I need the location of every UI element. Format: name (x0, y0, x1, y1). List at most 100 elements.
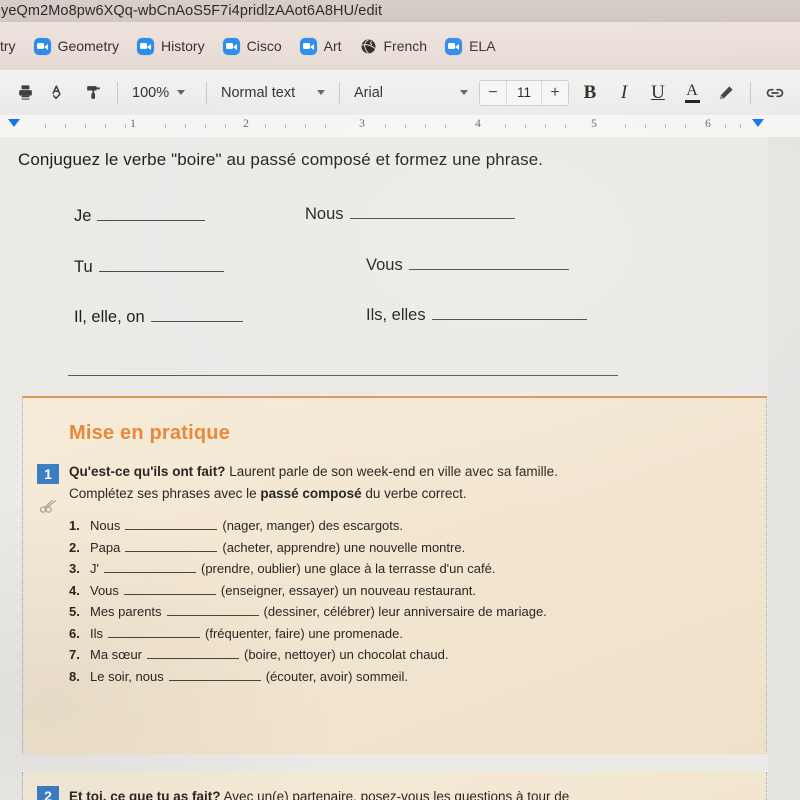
font-family-dropdown[interactable]: Arial (347, 78, 475, 108)
answer-blank[interactable] (108, 636, 200, 638)
browser-url-bar[interactable]: yeQm2Mo8pw6XQq-wbCnAoS5F7i4pridlzAAot6A8… (0, 0, 800, 22)
bookmark-geometry[interactable]: Geometry (25, 34, 128, 59)
ruler-number: 6 (705, 118, 711, 130)
item-number: 1. (69, 518, 80, 533)
highlight-pen-icon (720, 85, 733, 99)
chevron-down-icon (177, 90, 186, 95)
item-number: 6. (69, 625, 80, 641)
answer-blank[interactable] (103, 572, 196, 573)
bookmark-label: French (383, 38, 428, 54)
scissors-icon (39, 499, 56, 513)
answer-blank[interactable] (125, 529, 218, 530)
list-item[interactable]: 8. Le soir, nous (écouter, avoir) sommei… (69, 669, 547, 684)
zoom-level-dropdown[interactable]: 100% (125, 78, 199, 108)
bookmark-french[interactable]: French (351, 34, 437, 59)
worksheet-intro2-bold: passé composé (260, 486, 362, 501)
decrease-font-size-button[interactable]: − (480, 81, 506, 105)
insert-link-button[interactable] (761, 78, 789, 108)
item-rest: (prendre, oublier) une glace à la terras… (200, 561, 496, 576)
page-right-gutter (768, 137, 800, 800)
item-subject: Le soir, nous (90, 668, 164, 684)
answer-blank[interactable] (349, 218, 515, 219)
answer-blank[interactable] (408, 269, 569, 270)
chevron-down-icon (317, 90, 325, 95)
exercise-number-badge: 1 (37, 464, 59, 484)
answer-blank[interactable] (166, 615, 259, 616)
worksheet2-bold: Et toi, ce que tu as fait? (69, 789, 221, 800)
spellcheck-button[interactable] (45, 78, 73, 108)
chevron-down-icon (460, 90, 468, 95)
list-item[interactable]: 7. Ma sœur (boire, nettoyer) un chocolat… (69, 647, 547, 662)
bookmark-try[interactable]: try (0, 34, 25, 58)
paint-format-button[interactable] (79, 78, 107, 108)
zoom-icon (299, 37, 317, 55)
bookmark-art[interactable]: Art (291, 34, 351, 59)
conjugation-row-vous: Vous (366, 256, 569, 275)
answer-blank[interactable] (98, 271, 224, 272)
answer-blank[interactable] (150, 321, 243, 322)
font-size-value[interactable]: 11 (506, 80, 542, 105)
font-size-stepper[interactable]: − 11 + (479, 79, 569, 106)
bookmark-cisco[interactable]: Cisco (214, 34, 291, 59)
item-rest: (acheter, apprendre) une nouvelle montre… (222, 539, 466, 555)
worksheet2-intro: Et toi, ce que tu as fait? Avec un(e) pa… (69, 789, 569, 800)
screenshot-root: yeQm2Mo8pw6XQq-wbCnAoS5F7i4pridlzAAot6A8… (0, 0, 800, 800)
url-text[interactable]: yeQm2Mo8pw6XQq-wbCnAoS5F7i4pridlzAAot6A8… (1, 3, 382, 19)
list-item[interactable]: 6. Ils (fréquenter, faire) une promenade… (69, 626, 547, 641)
worksheet-image[interactable]: Mise en pratique 1 Qu'est-ce qu'ils ont … (22, 396, 767, 754)
paragraph-style-dropdown[interactable]: Normal text (214, 78, 332, 108)
conjugation-row-ils: Ils, elles (366, 306, 587, 325)
docs-toolbar: 100% Normal text Arial − 11 + B I U A (0, 70, 800, 115)
sentence-answer-line[interactable] (68, 375, 618, 376)
answer-blank[interactable] (168, 679, 261, 681)
item-subject: Nous (90, 518, 121, 533)
answer-blank[interactable] (123, 593, 216, 595)
answer-blank[interactable] (125, 550, 218, 552)
item-rest: (écouter, avoir) sommeil. (265, 668, 409, 684)
bookmark-label: History (161, 38, 205, 54)
item-subject: Mes parents (90, 604, 162, 619)
list-item[interactable]: 3. J' (prendre, oublier) une glace à la … (69, 561, 547, 576)
ruler-number: 3 (359, 118, 365, 130)
ruler-number: 1 (130, 118, 136, 130)
left-indent-marker[interactable] (8, 119, 20, 127)
bookmark-ela[interactable]: ELA (436, 34, 504, 59)
list-item[interactable]: 2. Papa (acheter, apprendre) une nouvell… (69, 540, 547, 555)
ruler-number: 2 (243, 118, 249, 130)
worksheet-image-2[interactable]: 2 Et toi, ce que tu as fait? Avec un(e) … (22, 772, 767, 800)
text-color-swatch (684, 99, 700, 103)
bookmark-label: Geometry (57, 38, 120, 54)
worksheet-title: Mise en pratique (69, 422, 231, 444)
underline-button[interactable]: U (644, 78, 672, 108)
worksheet-intro-rest: Laurent parle de son week-end en ville a… (229, 464, 558, 479)
document-ruler[interactable]: 1 2 3 4 5 6 (0, 115, 800, 137)
bookmarks-bar: try Geometry History Cisco Art French EL… (0, 22, 800, 70)
worksheet-intro2-suffix: du verbe correct. (361, 486, 467, 501)
bookmark-label: Art (323, 38, 342, 54)
answer-blank[interactable] (431, 319, 587, 320)
worksheet-item-list: 1. Nous (nager, manger) des escargots. 2… (69, 518, 547, 684)
answer-blank[interactable] (97, 220, 206, 221)
text-color-label: A (686, 81, 698, 99)
item-rest: (dessiner, célébrer) leur anniversaire d… (263, 604, 547, 619)
zoom-icon (222, 37, 240, 55)
right-indent-marker[interactable] (752, 119, 764, 127)
print-button[interactable] (11, 78, 39, 108)
item-subject: Ma sœur (90, 647, 142, 662)
toolbar-divider (206, 81, 207, 104)
list-item[interactable]: 1. Nous (nager, manger) des escargots. (69, 518, 547, 533)
answer-blank[interactable] (147, 658, 239, 659)
bold-button[interactable]: B (576, 78, 604, 108)
worksheet2-rest: Avec un(e) partenaire, posez-vous les qu… (223, 789, 570, 800)
list-item[interactable]: 4. Vous (enseigner, essayer) un nouveau … (69, 583, 547, 598)
underline-label: U (651, 82, 665, 103)
conjugation-label: Il, elle, on (74, 308, 145, 326)
worksheet-intro-line-2: Complétez ses phrases avec le passé comp… (69, 486, 467, 501)
highlight-color-button[interactable] (712, 78, 740, 108)
text-color-button[interactable]: A (678, 78, 706, 108)
italic-button[interactable]: I (610, 78, 638, 108)
bookmark-history[interactable]: History (128, 34, 214, 59)
list-item[interactable]: 5. Mes parents (dessiner, célébrer) leur… (69, 604, 547, 619)
toolbar-divider (339, 81, 340, 104)
increase-font-size-button[interactable]: + (542, 81, 568, 105)
